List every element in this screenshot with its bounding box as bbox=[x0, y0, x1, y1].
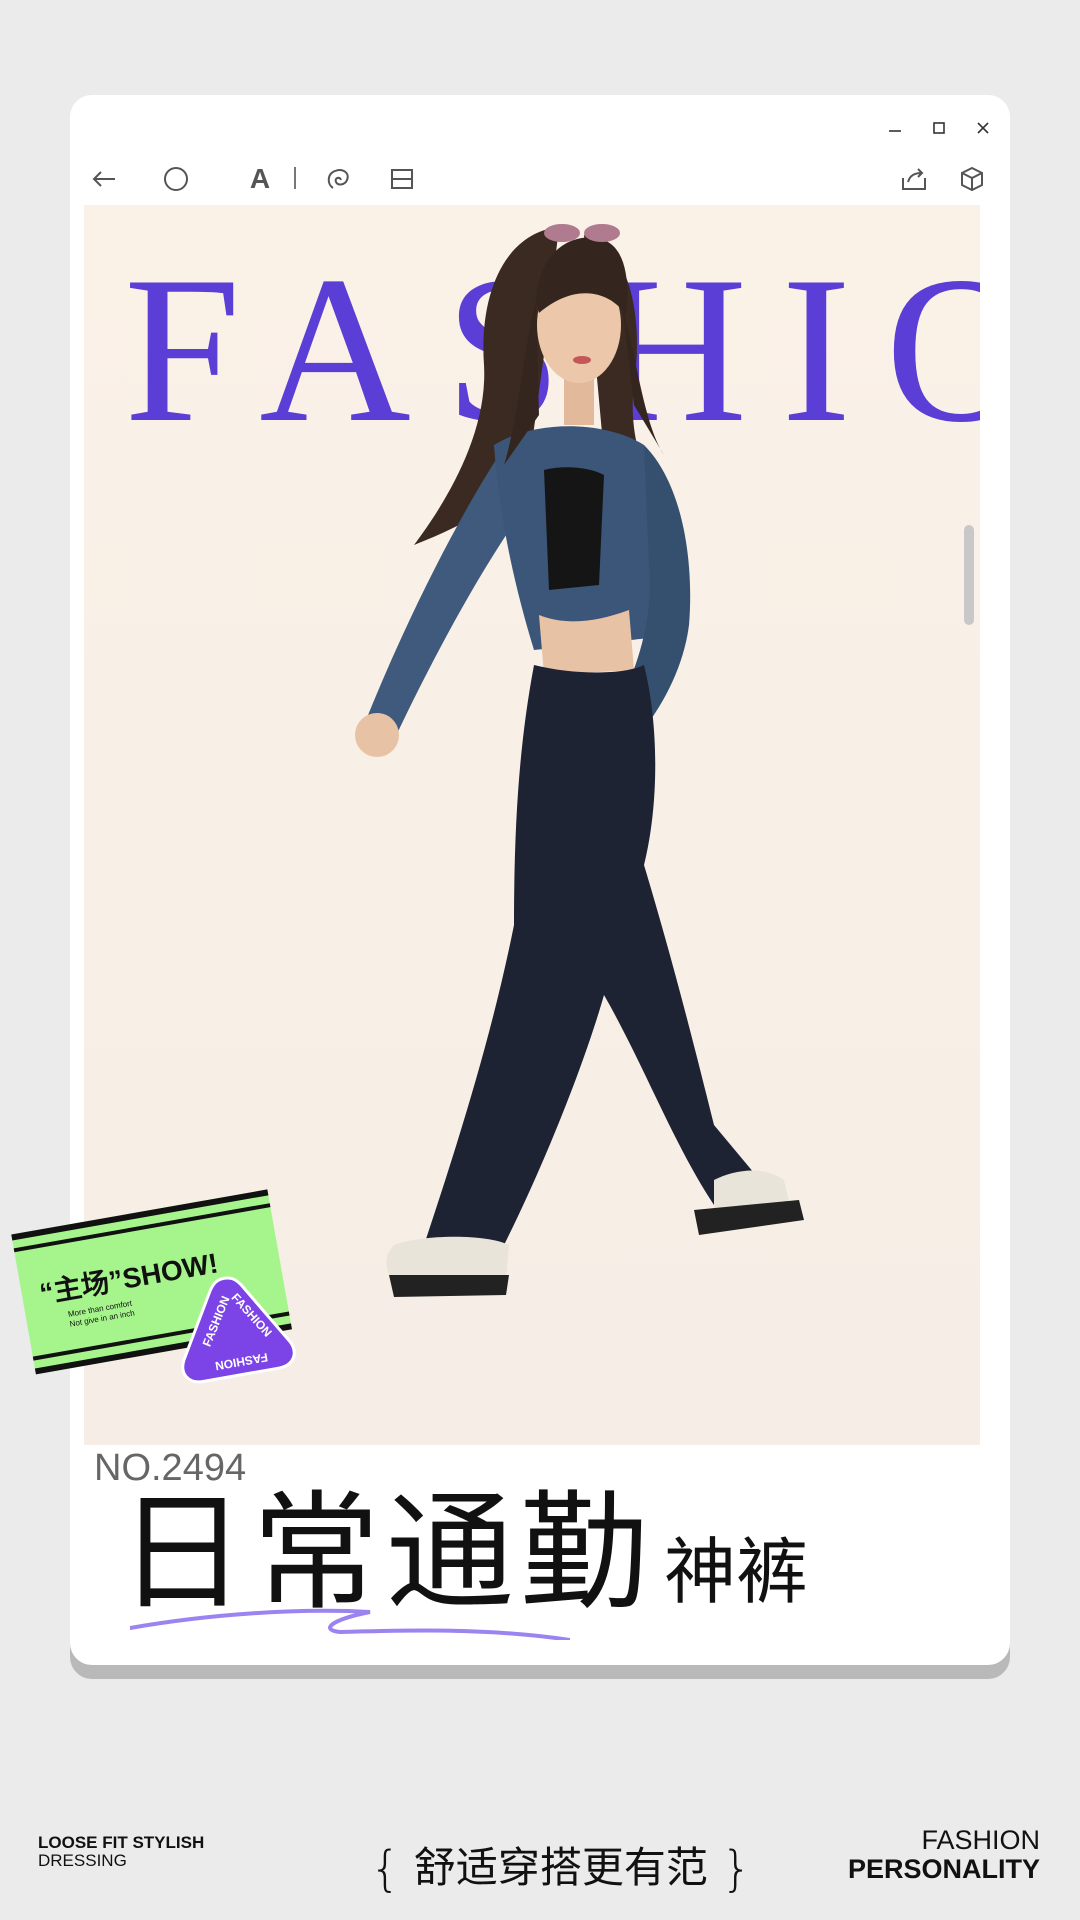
back-button[interactable] bbox=[86, 155, 122, 203]
footer-right-line2: PERSONALITY bbox=[847, 1854, 1040, 1885]
footer-left-line1: LOOSE FIT STYLISH bbox=[38, 1833, 205, 1852]
cube-icon bbox=[961, 166, 983, 192]
arrow-left-icon bbox=[92, 171, 115, 187]
maximize-icon bbox=[933, 122, 945, 134]
chinese-title-suffix: 神裤 bbox=[664, 1530, 809, 1614]
close-brace: } bbox=[721, 1841, 752, 1897]
window-controls bbox=[884, 117, 994, 139]
lasso-tool[interactable] bbox=[320, 155, 356, 203]
text-tool[interactable]: A bbox=[242, 155, 278, 203]
footer-left-line2: DRESSING bbox=[38, 1850, 127, 1870]
maximize-button[interactable] bbox=[928, 117, 950, 139]
fashion-badge: FASHION FASHION FASHION bbox=[162, 1262, 304, 1394]
triangle-badge-icon bbox=[181, 1276, 296, 1384]
model-illustration bbox=[355, 224, 804, 1297]
close-icon bbox=[977, 122, 989, 134]
footer-slogan-text: 舒适穿搭更有范 bbox=[413, 1843, 708, 1892]
toolbar: A bbox=[86, 155, 994, 203]
circle-icon bbox=[164, 167, 188, 191]
footer-right: FASHION PERSONALITY bbox=[847, 1825, 1040, 1885]
scrollbar[interactable] bbox=[964, 525, 974, 625]
minimize-button[interactable] bbox=[884, 117, 906, 139]
poster-window: A FASHION bbox=[70, 95, 1010, 1665]
close-button[interactable] bbox=[972, 117, 994, 139]
3d-button[interactable] bbox=[954, 155, 990, 203]
share-icon bbox=[902, 168, 926, 190]
toolbar-divider bbox=[294, 167, 296, 189]
shape-tool[interactable] bbox=[158, 155, 194, 203]
chinese-title-main: 日常通勤 bbox=[118, 1479, 655, 1628]
footer-right-line1: FASHION bbox=[921, 1825, 1040, 1855]
chinese-title: 日常通勤 神裤 bbox=[118, 1490, 808, 1618]
footer-slogan: { 舒适穿搭更有范 } bbox=[370, 1834, 752, 1897]
share-button[interactable] bbox=[896, 155, 932, 203]
footer-left: LOOSE FIT STYLISH DRESSING bbox=[38, 1834, 204, 1870]
show-sticker: “主场”SHOW! More than comfort Not give in … bbox=[11, 1188, 304, 1402]
text-icon: A bbox=[249, 163, 271, 194]
open-brace: { bbox=[370, 1841, 401, 1897]
layout-icon bbox=[391, 169, 413, 189]
lasso-icon bbox=[327, 169, 349, 189]
layout-tool[interactable] bbox=[384, 155, 420, 203]
minimize-icon bbox=[889, 130, 901, 132]
